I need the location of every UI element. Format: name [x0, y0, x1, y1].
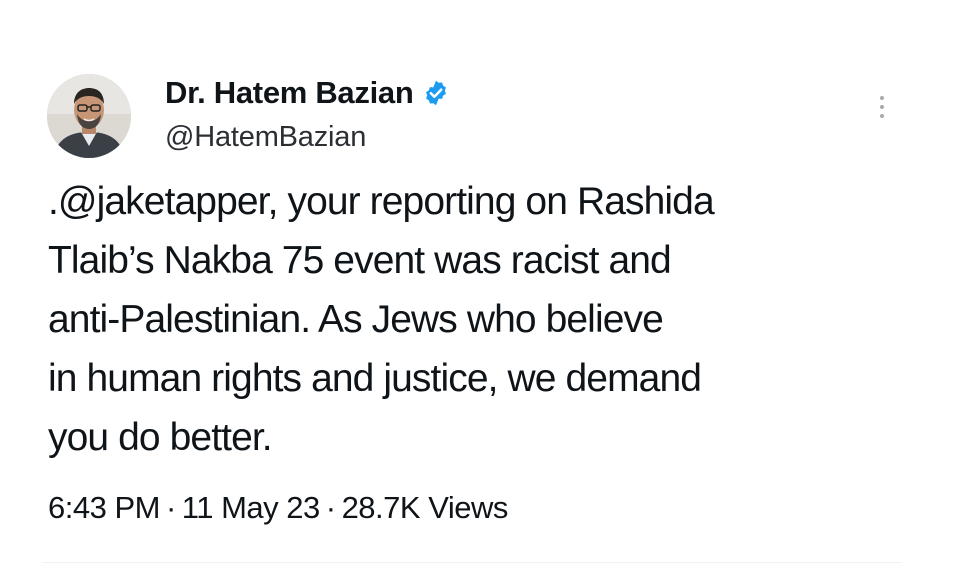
divider — [42, 562, 902, 563]
tweet-text: .@jaketapper, your reporting on Rashida … — [48, 180, 715, 459]
tweet-header: Dr. Hatem Bazian @HatemBazian — [165, 74, 450, 154]
verified-badge-icon[interactable] — [422, 79, 450, 107]
display-name[interactable]: Dr. Hatem Bazian — [165, 75, 414, 111]
tweet-time[interactable]: 6:43 PM — [48, 490, 160, 525]
avatar[interactable] — [47, 74, 131, 158]
user-handle[interactable]: @HatemBazian — [165, 121, 450, 154]
views-count[interactable]: 28.7K — [342, 490, 421, 525]
tweet-card: Dr. Hatem Bazian @HatemBazian .@jaketapp… — [0, 0, 953, 570]
profile-photo-icon — [47, 74, 131, 158]
meta-separator: · — [325, 490, 336, 525]
tweet-date[interactable]: 11 May 23 — [182, 490, 320, 525]
views-label[interactable]: Views — [428, 490, 508, 525]
tweet-metadata: 6:43 PM · 11 May 23 · 28.7K Views — [48, 490, 508, 526]
meta-separator: · — [165, 490, 176, 525]
name-row: Dr. Hatem Bazian — [165, 74, 450, 112]
more-options-icon[interactable] — [877, 96, 887, 124]
